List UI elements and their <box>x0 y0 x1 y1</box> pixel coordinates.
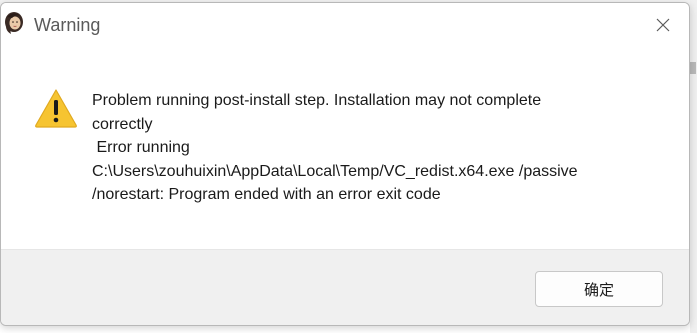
message-line: Error running <box>92 139 190 156</box>
background-window-strip <box>690 0 697 333</box>
message-line: correctly <box>92 115 153 133</box>
warning-dialog: Warning Problem running post-install ste… <box>0 2 690 326</box>
title-bar[interactable]: Warning <box>1 3 689 45</box>
message-line: /norestart: Program ended with an error … <box>92 186 441 203</box>
button-bar: 确定 <box>1 249 689 325</box>
warning-triangle-icon <box>35 89 77 128</box>
error-message: Problem running post-install step. Insta… <box>92 89 652 207</box>
message-line: Problem running post-install step. Insta… <box>92 92 542 109</box>
background-mark <box>690 62 696 74</box>
close-icon <box>656 18 670 32</box>
app-avatar-icon <box>5 12 23 34</box>
message-line: C:\Users\zouhuixin\AppData\Local\Temp/VC… <box>92 162 578 180</box>
window-title: Warning <box>34 15 101 35</box>
ok-button[interactable]: 确定 <box>535 271 663 307</box>
close-button[interactable] <box>645 9 681 41</box>
message-area: Problem running post-install step. Insta… <box>1 45 689 249</box>
